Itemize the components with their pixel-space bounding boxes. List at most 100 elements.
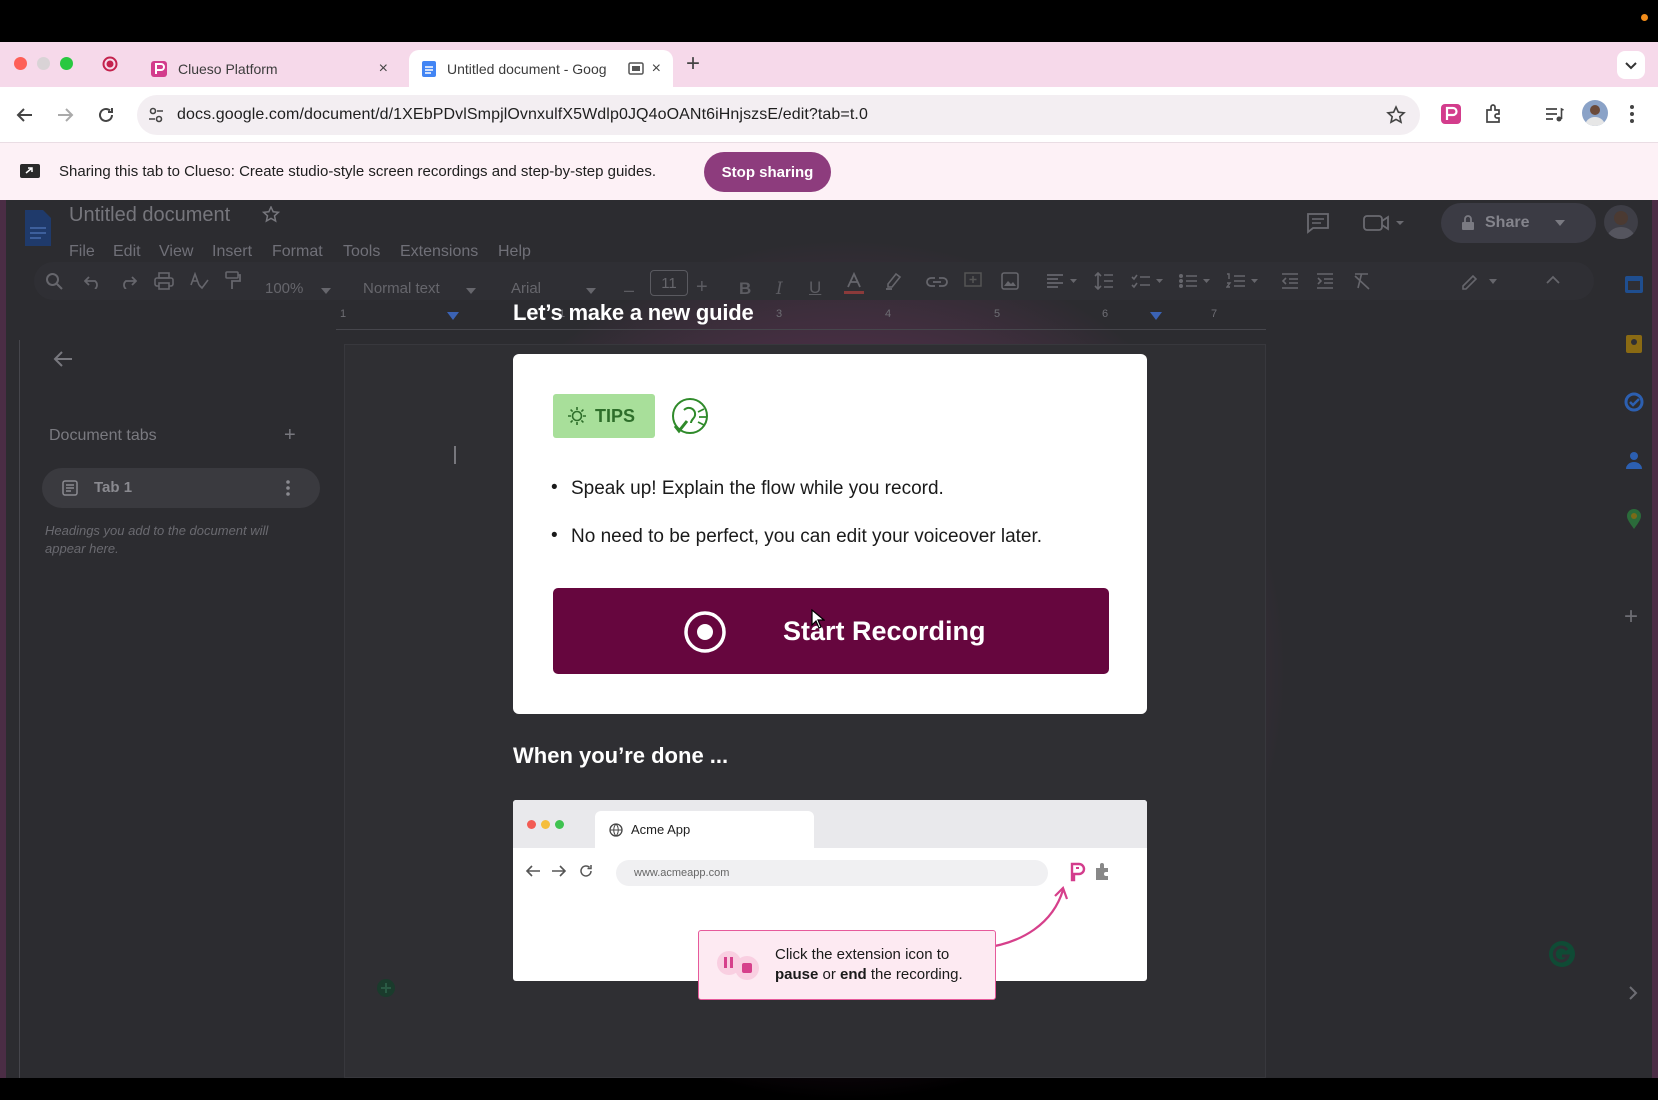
- extensions-puzzle-icon[interactable]: [1483, 103, 1505, 125]
- share-button[interactable]: Share: [1441, 203, 1596, 243]
- tab-options-icon[interactable]: [285, 480, 291, 496]
- menu-insert[interactable]: Insert: [212, 243, 252, 261]
- grammarly-icon[interactable]: [1548, 940, 1576, 968]
- italic-icon[interactable]: I: [776, 279, 783, 299]
- mouse-cursor: [811, 609, 825, 629]
- font-select[interactable]: Arial: [511, 280, 541, 297]
- zoom-select[interactable]: 100%: [265, 280, 303, 297]
- mock-forward-icon: [551, 864, 567, 878]
- share-label: Share: [1485, 214, 1530, 231]
- stop-sharing-button[interactable]: Stop sharing: [704, 152, 831, 192]
- menu-format[interactable]: Format: [272, 243, 323, 261]
- get-addons-icon[interactable]: +: [1624, 603, 1638, 631]
- bold-icon[interactable]: B: [739, 279, 751, 299]
- align-icon[interactable]: [1046, 273, 1078, 289]
- checklist-icon[interactable]: [1131, 273, 1165, 289]
- increase-font-size-icon[interactable]: +: [696, 276, 708, 299]
- maximize-window-button[interactable]: [60, 57, 73, 70]
- close-tab-icon[interactable]: ×: [379, 60, 388, 78]
- browser-tab-strip: Clueso Platform × Untitled document - Go…: [0, 42, 1658, 87]
- close-window-button[interactable]: [14, 57, 27, 70]
- done-title: When you’re done ...: [513, 743, 729, 768]
- meet-icon[interactable]: [1362, 212, 1406, 234]
- expand-side-panel-icon[interactable]: [1628, 986, 1638, 1000]
- print-icon[interactable]: [154, 272, 174, 290]
- menu-help[interactable]: Help: [498, 243, 531, 261]
- tab-clueso-platform[interactable]: Clueso Platform ×: [138, 50, 400, 87]
- tips-card: TIPS Speak up! Explain the flow while yo…: [513, 354, 1147, 714]
- underline-icon[interactable]: U: [809, 278, 821, 298]
- keep-icon[interactable]: [1624, 334, 1644, 354]
- forward-icon[interactable]: [55, 105, 75, 125]
- bulleted-list-icon[interactable]: [1178, 273, 1212, 289]
- font-size-input[interactable]: 11: [650, 270, 688, 296]
- mock-traffic-yellow: [541, 820, 550, 829]
- undo-icon[interactable]: [84, 273, 102, 289]
- start-recording-button[interactable]: Start Recording: [553, 588, 1109, 674]
- text-color-icon[interactable]: [843, 272, 865, 296]
- contacts-icon[interactable]: [1624, 450, 1644, 470]
- address-bar[interactable]: docs.google.com/document/d/1XEbPDvlSmpjl…: [137, 95, 1420, 135]
- media-control-icon[interactable]: [1543, 103, 1565, 125]
- callout-text: Click the extension icon to pause or end…: [775, 945, 963, 985]
- increase-indent-icon[interactable]: [1316, 273, 1334, 289]
- line-spacing-icon[interactable]: [1094, 271, 1114, 291]
- highlight-icon[interactable]: [884, 271, 902, 291]
- redo-icon[interactable]: [119, 273, 137, 289]
- account-avatar[interactable]: [1604, 205, 1638, 239]
- clueso-extension-icon[interactable]: [1440, 103, 1462, 125]
- collapse-toolbar-icon[interactable]: [1546, 275, 1560, 285]
- new-tab-button[interactable]: +: [686, 50, 700, 78]
- decrease-font-size-icon[interactable]: –: [624, 280, 634, 301]
- callout-pause: pause: [775, 966, 819, 983]
- insert-link-icon[interactable]: [926, 276, 948, 288]
- tip-item: No need to be perfect, you can edit your…: [551, 525, 1042, 548]
- menu-view[interactable]: View: [159, 243, 193, 261]
- menu-extensions[interactable]: Extensions: [400, 243, 478, 261]
- star-icon[interactable]: [262, 206, 280, 224]
- ruler-number: 7: [1211, 308, 1218, 320]
- reload-icon[interactable]: [96, 105, 116, 125]
- explore-icon[interactable]: [376, 978, 396, 998]
- search-menus-icon[interactable]: [45, 272, 63, 290]
- left-indent-marker[interactable]: [447, 312, 459, 322]
- minimize-window-button[interactable]: [37, 57, 50, 70]
- right-indent-marker[interactable]: [1150, 312, 1162, 322]
- paint-format-icon[interactable]: [224, 271, 242, 291]
- clear-formatting-icon[interactable]: [1353, 272, 1371, 290]
- spellcheck-icon[interactable]: [189, 272, 209, 290]
- comments-icon[interactable]: [1306, 212, 1330, 234]
- profile-avatar[interactable]: [1582, 100, 1608, 126]
- notification-dot: [1641, 14, 1648, 21]
- mock-clueso-extension-icon: [1068, 862, 1088, 882]
- tab-search-icon[interactable]: [1617, 51, 1645, 79]
- tab-title: Untitled document - Goog: [447, 60, 607, 77]
- bookmark-star-icon[interactable]: [1386, 105, 1406, 125]
- close-tab-icon[interactable]: ×: [652, 60, 661, 78]
- add-tab-icon[interactable]: +: [284, 424, 296, 447]
- ruler-number: 5: [994, 308, 1001, 320]
- insert-image-icon[interactable]: [1001, 272, 1019, 290]
- pointer-arrow: [981, 884, 1091, 954]
- browser-menu-icon[interactable]: [1628, 103, 1636, 125]
- document-title[interactable]: Untitled document: [69, 204, 230, 227]
- menu-file[interactable]: File: [69, 243, 95, 261]
- add-comment-icon[interactable]: [964, 272, 982, 290]
- menu-tools[interactable]: Tools: [343, 243, 380, 261]
- tasks-icon[interactable]: [1624, 392, 1644, 412]
- style-select[interactable]: Normal text: [363, 280, 440, 297]
- sidebar-item-tab-1[interactable]: Tab 1: [42, 468, 320, 508]
- calendar-icon[interactable]: [1624, 274, 1644, 294]
- menu-edit[interactable]: Edit: [113, 243, 141, 261]
- back-icon[interactable]: [15, 105, 35, 125]
- callout-or: or: [818, 966, 841, 983]
- decrease-indent-icon[interactable]: [1281, 273, 1299, 289]
- tab-untitled-document[interactable]: Untitled document - Goog ×: [409, 50, 673, 87]
- docs-logo-icon[interactable]: [23, 208, 53, 248]
- tips-badge: TIPS: [553, 394, 655, 438]
- site-info-icon[interactable]: [147, 106, 165, 124]
- maps-icon[interactable]: [1626, 508, 1642, 530]
- editing-mode-icon[interactable]: [1461, 272, 1501, 290]
- back-arrow-icon[interactable]: [53, 350, 73, 368]
- numbered-list-icon[interactable]: [1226, 273, 1260, 289]
